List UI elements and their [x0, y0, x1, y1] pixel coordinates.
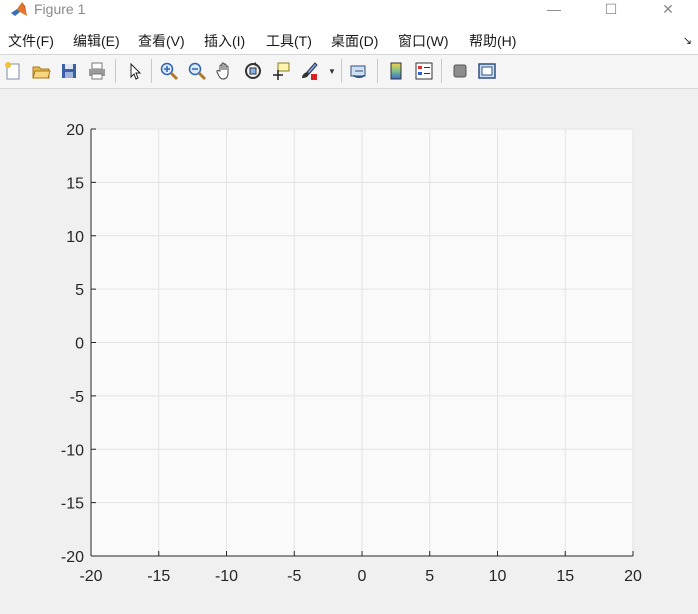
- brush-dropdown-icon[interactable]: ▼: [328, 67, 336, 76]
- plot-axes[interactable]: -20 -15 -10 -5 0 5 10 15 20 20 15 10 5 0 -5 -10 -15 -20: [0, 89, 698, 614]
- menu-view[interactable]: 查看(V): [138, 32, 185, 50]
- rotate-3d-icon[interactable]: [242, 60, 264, 82]
- menu-insert[interactable]: 插入(I): [204, 32, 245, 50]
- y-tick-label: -15: [61, 496, 84, 513]
- y-tick-label: -5: [70, 389, 84, 406]
- hide-plot-tools-icon[interactable]: [449, 60, 471, 82]
- menu-bar: 文件(F) 编辑(E) 查看(V) 插入(I) 工具(T) 桌面(D) 窗口(W…: [0, 28, 698, 54]
- x-tick-label: -5: [287, 568, 301, 585]
- x-tick-label: -10: [215, 568, 238, 585]
- x-tick-label: 5: [425, 568, 434, 585]
- print-icon[interactable]: [86, 60, 108, 82]
- zoom-out-icon[interactable]: [186, 60, 208, 82]
- close-button[interactable]: ✕: [645, 0, 691, 18]
- data-cursor-icon[interactable]: [270, 60, 292, 82]
- y-tick-label: 15: [66, 175, 84, 192]
- maximize-icon: ☐: [604, 0, 618, 17]
- toolbar-divider: [441, 59, 442, 83]
- menu-help[interactable]: 帮助(H): [469, 32, 516, 50]
- toolbar-divider: [115, 59, 116, 83]
- matlab-logo-icon: [11, 2, 27, 16]
- window-title: Figure 1: [34, 1, 86, 17]
- toolbar-divider: [377, 59, 378, 83]
- figure-canvas[interactable]: -20 -15 -10 -5 0 5 10 15 20 20 15 10 5 0 -5 -10 -15 -20: [0, 89, 698, 614]
- zoom-in-icon[interactable]: [158, 60, 180, 82]
- minimize-icon: —: [547, 1, 561, 17]
- menu-file[interactable]: 文件(F): [8, 32, 54, 50]
- y-tick-label: 10: [66, 229, 84, 246]
- minimize-button[interactable]: —: [531, 0, 577, 18]
- x-tick-label: 10: [489, 568, 507, 585]
- link-plot-icon[interactable]: [348, 60, 370, 82]
- x-tick-label: -20: [79, 568, 102, 585]
- dock-arrow-icon[interactable]: ↘: [683, 34, 692, 47]
- menu-window[interactable]: 窗口(W): [398, 32, 449, 50]
- x-tick-label: 15: [556, 568, 574, 585]
- toolbar-divider: [341, 59, 342, 83]
- close-icon: ✕: [662, 0, 674, 17]
- edit-plot-icon[interactable]: [124, 60, 146, 82]
- legend-icon[interactable]: [413, 60, 435, 82]
- y-tick-label: 5: [75, 282, 84, 299]
- y-tick-label: 0: [75, 336, 84, 353]
- new-figure-icon[interactable]: [2, 60, 24, 82]
- y-tick-label: -20: [61, 549, 84, 566]
- maximize-button[interactable]: ☐: [588, 0, 634, 18]
- colorbar-icon[interactable]: [385, 60, 407, 82]
- x-tick-label: 0: [358, 568, 367, 585]
- menu-edit[interactable]: 编辑(E): [73, 32, 120, 50]
- save-icon[interactable]: [58, 60, 80, 82]
- menu-tools[interactable]: 工具(T): [266, 32, 312, 50]
- figure-toolbar: ▼: [0, 55, 698, 89]
- x-tick-label: -15: [147, 568, 170, 585]
- x-tick-label: 20: [624, 568, 642, 585]
- y-tick-label: 20: [66, 122, 84, 139]
- y-tick-label: -10: [61, 442, 84, 459]
- pan-icon[interactable]: [214, 60, 236, 82]
- brush-icon[interactable]: [298, 60, 320, 82]
- menu-desktop[interactable]: 桌面(D): [331, 32, 378, 50]
- open-file-icon[interactable]: [30, 60, 52, 82]
- toolbar-divider: [151, 59, 152, 83]
- figure-window: Figure 1 — ☐ ✕ 文件(F) 编辑(E) 查看(V) 插入(I) 工…: [0, 0, 698, 614]
- show-plot-tools-icon[interactable]: [476, 60, 498, 82]
- title-bar[interactable]: Figure 1 — ☐ ✕: [0, 0, 698, 28]
